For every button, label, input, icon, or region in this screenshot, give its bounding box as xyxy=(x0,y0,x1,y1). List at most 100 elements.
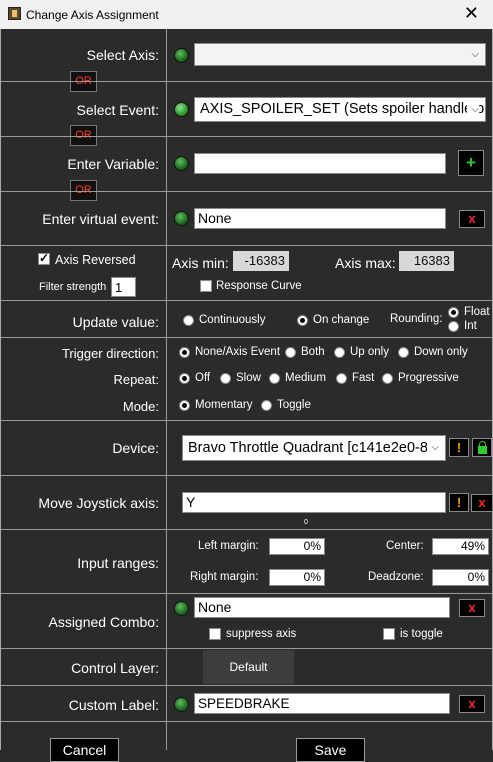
rounding-float-radio[interactable] xyxy=(448,307,459,318)
joystick-warning-icon[interactable]: ! xyxy=(449,493,469,512)
device-dropdown[interactable]: Bravo Throttle Quadrant [c141e2e0-8 ⌵ xyxy=(182,435,446,461)
clear-joystick-axis-button[interactable]: x xyxy=(471,494,493,512)
window-title: Change Axis Assignment xyxy=(26,8,159,22)
row-divider xyxy=(1,685,493,686)
row-divider xyxy=(1,191,493,192)
row-divider xyxy=(1,300,493,301)
row-divider xyxy=(1,475,493,476)
trigger-none-axis-radio[interactable] xyxy=(179,347,190,358)
custom-label-label: Custom Label: xyxy=(68,697,159,713)
row-divider xyxy=(1,337,493,338)
left-margin-input[interactable]: 0% xyxy=(269,538,325,555)
clear-virtual-event-button[interactable]: x xyxy=(459,210,485,228)
joystick-axis-readout: 0 xyxy=(304,519,308,526)
mode-momentary-radio[interactable] xyxy=(179,400,190,411)
right-margin-label: Right margin: xyxy=(190,571,259,583)
trigger-direction-label: Trigger direction: xyxy=(61,346,159,361)
trigger-both-radio[interactable] xyxy=(285,347,296,358)
save-button[interactable]: Save xyxy=(296,738,365,762)
response-curve-checkbox[interactable] xyxy=(200,280,212,292)
select-event-dropdown[interactable]: AXIS_SPOILER_SET (Sets spoiler handle pc… xyxy=(194,97,486,122)
app-icon xyxy=(8,7,21,20)
device-label: Device: xyxy=(112,440,159,456)
trigger-down-only-radio[interactable] xyxy=(398,347,409,358)
assigned-combo-label: Assigned Combo: xyxy=(48,614,159,630)
right-margin-input[interactable]: 0% xyxy=(269,569,325,586)
mode-toggle-label: Toggle xyxy=(277,399,311,411)
repeat-slow-label: Slow xyxy=(236,372,261,384)
lock-icon[interactable] xyxy=(472,438,492,457)
input-ranges-label: Input ranges: xyxy=(77,555,159,571)
center-input[interactable]: 49% xyxy=(432,538,489,555)
deadzone-label: Deadzone: xyxy=(368,571,424,583)
axis-reversed-checkbox[interactable] xyxy=(38,251,50,265)
repeat-fast-label: Fast xyxy=(352,372,375,384)
repeat-fast-radio[interactable] xyxy=(336,373,347,384)
repeat-off-radio[interactable] xyxy=(179,373,190,384)
control-layer-label: Control Layer: xyxy=(71,660,159,676)
trigger-none-axis-label: None/Axis Event xyxy=(195,346,281,358)
axis-max-label: Axis max: xyxy=(335,255,396,271)
update-value-label: Update value: xyxy=(72,314,159,330)
row-divider xyxy=(1,136,493,137)
trigger-down-only-label: Down only xyxy=(414,346,468,358)
axis-max-value: 16383 xyxy=(399,251,454,271)
repeat-medium-label: Medium xyxy=(285,372,326,384)
row-divider xyxy=(1,245,493,246)
clear-assigned-combo-button[interactable]: x xyxy=(459,599,485,617)
filter-strength-label: Filter strength xyxy=(39,281,107,293)
left-margin-label: Left margin: xyxy=(198,540,259,552)
update-on-change-label: On change xyxy=(313,314,370,326)
deadzone-input[interactable]: 0% xyxy=(432,569,489,586)
axis-min-value: -16383 xyxy=(233,251,289,271)
virtual-event-input[interactable]: None xyxy=(194,208,446,229)
chevron-down-icon: ⌵ xyxy=(427,436,439,460)
control-layer-selector[interactable]: Default xyxy=(203,650,294,684)
repeat-progressive-label: Progressive xyxy=(398,372,459,384)
rounding-int-label: Int xyxy=(464,320,477,332)
device-warning-icon[interactable]: ! xyxy=(449,438,469,457)
clear-custom-label-button[interactable]: x xyxy=(459,695,485,713)
update-on-change-radio[interactable] xyxy=(297,315,308,326)
assigned-combo-status-led xyxy=(174,601,189,616)
rounding-label: Rounding: xyxy=(390,313,443,325)
dialog-content: Select Axis: ⌵ OR Select Event: AXIS_SPO… xyxy=(0,29,493,762)
repeat-progressive-radio[interactable] xyxy=(382,373,393,384)
trigger-up-only-radio[interactable] xyxy=(334,347,345,358)
assigned-combo-input[interactable]: None xyxy=(194,597,450,618)
repeat-label: Repeat: xyxy=(113,372,159,387)
center-label: Center: xyxy=(386,540,424,552)
select-axis-status-led xyxy=(174,48,189,63)
cancel-button[interactable]: Cancel xyxy=(50,738,119,762)
select-event-status-led xyxy=(174,102,189,117)
add-variable-button[interactable]: + xyxy=(458,150,484,176)
enter-variable-label: Enter Variable: xyxy=(67,156,159,172)
enter-variable-status-led xyxy=(174,156,189,171)
row-divider xyxy=(1,648,493,649)
title-bar: Change Axis Assignment ✕ xyxy=(0,0,493,29)
row-divider xyxy=(1,529,493,530)
filter-strength-input[interactable]: 1 xyxy=(111,277,136,297)
joystick-axis-input[interactable]: Y xyxy=(182,492,446,513)
rounding-int-radio[interactable] xyxy=(448,321,459,332)
virtual-event-status-led xyxy=(174,211,189,226)
repeat-slow-radio[interactable] xyxy=(220,373,231,384)
axis-min-label: Axis min: xyxy=(172,255,229,271)
row-divider xyxy=(1,721,493,722)
response-curve-label: Response Curve xyxy=(216,280,302,292)
select-axis-dropdown[interactable]: ⌵ xyxy=(194,43,486,66)
axis-reversed-label: Axis Reversed xyxy=(55,253,136,267)
update-continuously-radio[interactable] xyxy=(183,315,194,326)
move-joystick-label: Move Joystick axis: xyxy=(38,495,159,511)
custom-label-status-led xyxy=(174,697,189,712)
is-toggle-checkbox[interactable] xyxy=(383,628,395,640)
mode-toggle-radio[interactable] xyxy=(261,400,272,411)
custom-label-input[interactable]: SPEEDBRAKE xyxy=(194,693,450,714)
variable-input[interactable] xyxy=(194,153,446,174)
mode-momentary-label: Momentary xyxy=(195,399,253,411)
suppress-axis-checkbox[interactable] xyxy=(209,628,221,640)
trigger-up-only-label: Up only xyxy=(350,346,389,358)
close-icon[interactable]: ✕ xyxy=(464,3,479,24)
select-event-label: Select Event: xyxy=(76,102,160,118)
repeat-medium-radio[interactable] xyxy=(269,373,280,384)
